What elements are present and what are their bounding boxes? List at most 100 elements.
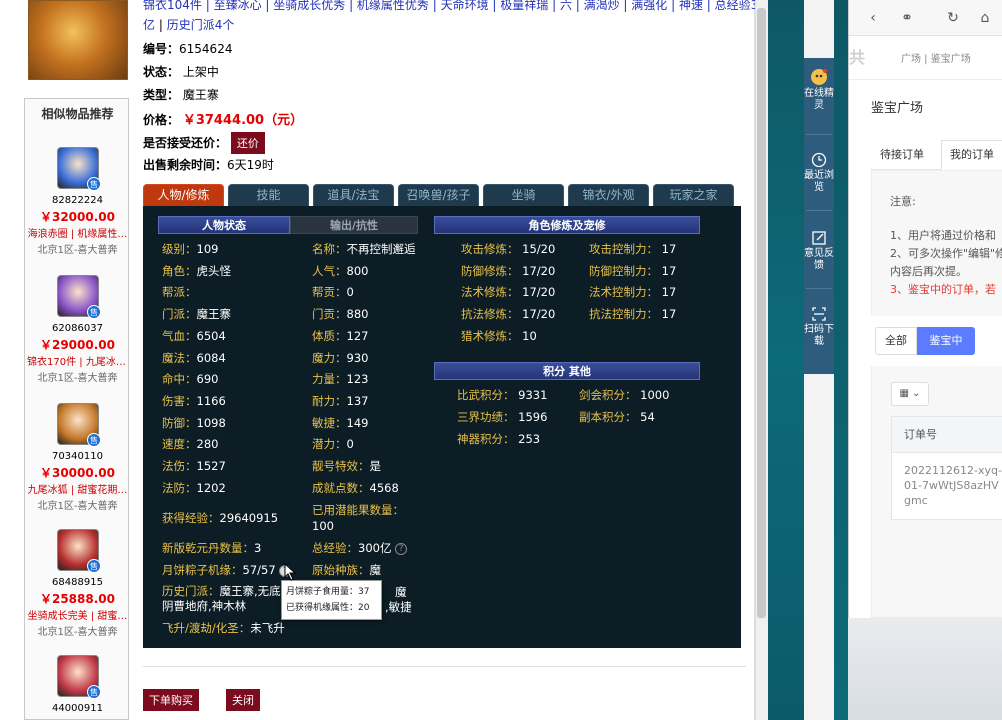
side-recent[interactable]: 最近浏览 [804,152,834,194]
tab-pets[interactable]: 召唤兽/孩子 [398,184,479,206]
tab-my-orders[interactable]: 我的订单 [941,140,1002,170]
role-stat: 帮派： [162,285,197,300]
role-stat: 速度：280 [162,437,219,452]
item-status-row: 状态： 上架中 [143,65,219,79]
nav-links[interactable]: 广场 | 鉴宝广场 [901,50,971,65]
grid-view-button[interactable]: ▦ ⌄ [891,382,929,406]
attribute-stat: 潜力：0 [312,437,354,452]
bargain-button[interactable]: 还价 [230,132,265,154]
role-tabs: 人物/修炼 技能 道具/法宝 召唤兽/孩子 坐骑 锦衣/外观 玩家之家 [143,184,741,206]
attribute-stat: 魔力：930 [312,350,369,365]
clock-icon [811,152,827,168]
similar-item-desc: 锦衣170件 | 九尾冰狐… [27,357,128,368]
history-sects-overflow-2: ,敏捷 [385,600,412,614]
order-tabs: 待接订单 我的订单 [871,140,1002,170]
side-separator [806,288,832,289]
remaining-time: 6天19时 [227,158,274,172]
similar-item-desc: 海浪赤圈 | 机缘属性… [27,229,128,240]
points-stat: 比武积分： 9331 [457,388,548,402]
side-separator [806,210,832,211]
side-download[interactable]: 扫码下载 [804,306,834,348]
tab-outfits[interactable]: 锦衣/外观 [568,184,649,206]
role-stat: 门派：魔王寨 [162,307,231,322]
item-type-row: 类型： 魔王寨 [143,88,219,102]
similar-item-price: ￥28000.00 [25,716,130,720]
section-output-resist[interactable]: 输出/抗性 [290,216,418,234]
tab-mounts[interactable]: 坐骑 [483,184,564,206]
similar-item-price: ￥25888.00 [39,592,115,606]
right-browser-window: ‹ ⚭ ↻ ⌂ 共 广场 | 鉴宝广场 鉴宝广场 待接订单 我的订单 注意: 1… [848,0,1002,720]
desktop-strip [834,0,848,720]
section-role-status[interactable]: 人物状态 [158,216,290,234]
close-button[interactable]: 关闭 [226,689,260,711]
buy-button[interactable]: 下单购买 [143,689,199,711]
item-id-row: 编号：6154624 [143,42,233,56]
similar-item-avatar[interactable]: 售 [57,147,101,191]
remaining-time-row: 出售剩余时间：6天19时 [143,158,274,172]
control-stat: 法术控制力： 17 [589,285,677,300]
edit-icon [812,231,826,245]
filter-appraising-button[interactable]: 鉴宝中 [917,327,975,355]
attribute-stat: 靓号特效：是 [312,459,381,473]
for-sale-badge: 售 [87,305,101,319]
scan-icon [812,307,826,321]
scrollbar-thumb[interactable] [757,8,766,618]
tab-skills[interactable]: 技能 [228,184,309,206]
side-online-sprite[interactable]: 在线精灵 [804,68,834,112]
for-sale-badge: 售 [87,559,101,573]
tooltip-line-1: 月饼粽子食用量：37 [286,587,370,597]
history-sects-link[interactable]: 历史门派4个 [167,18,235,32]
points-stat: 神器积分： 253 [457,432,541,446]
role-stat: 法伤：1527 [162,459,226,473]
similar-item-avatar[interactable]: 售 [57,403,101,447]
tab-items[interactable]: 道具/法宝 [313,184,394,206]
order-table: 订单号 2022112612-xyq-01-7wWtJS8azHVgmc [891,416,1002,520]
for-sale-badge: 售 [87,433,101,447]
attribute-stat: 耐力：137 [312,393,369,408]
similar-item-avatar[interactable]: 售 [57,655,101,699]
attribute-stat: 力量：123 [312,372,369,387]
role-stat: 防御：1098 [162,415,226,430]
item-price-row: 价格： ￥37444.00（元） [143,113,304,128]
page-title: 鉴宝广场 [871,101,924,116]
similar-item-avatar[interactable]: 售 [57,529,101,573]
similar-item-id: 62086037 [52,323,103,334]
order-table-header: 订单号 [892,417,1002,453]
role-stat: 伤害：1166 [162,393,226,408]
link-icon[interactable]: ⚭ [899,10,915,26]
similar-items-panel: 相似物品推荐 售 82822224 ￥32000.00 海浪赤圈 | 机缘属性… 北京1… [24,98,129,720]
control-stat: 防御控制力： 17 [589,263,677,278]
section-points: 积分 其他 [434,362,700,380]
side-separator [806,134,832,135]
refresh-icon[interactable]: ↻ [945,10,961,26]
similar-item-price: ￥29000.00 [39,338,115,352]
item-description-2: 亿 | 历史门派4个 [143,18,235,32]
cultivation-stat: 抗法修炼： 17/20 [461,307,556,322]
tab-home[interactable]: 玩家之家 [653,184,734,206]
tab-role[interactable]: 人物/修炼 [143,184,224,206]
role-stat: 级别：109 [162,242,219,256]
cultivation-stat: 防御修炼： 17/20 [461,263,556,278]
filter-all-button[interactable]: 全部 [875,327,917,355]
control-stat: 攻击控制力： 17 [589,242,677,256]
role-stat: 气血：6504 [162,328,226,343]
trade-page: 锦衣104件 | 至臻冰心 | 坐骑成长优秀 | 机缘属性优秀 | 天命环境 |… [0,0,774,720]
item-status: 上架中 [182,65,219,79]
note-4: 3、鉴宝中的订单，若 [890,283,996,296]
role-avatar [28,0,128,80]
item-price: ￥37444.00（元） [182,113,304,128]
help-icon[interactable]: ? [395,542,408,555]
sprite-icon [811,69,827,85]
control-stat: 抗法控制力： 17 [589,307,677,322]
exp-stat: 获得经验：29640915 [162,511,279,525]
similar-item-avatar[interactable]: 售 [57,275,101,319]
grid-icon: ▦ ⌄ [899,388,921,399]
attribute-stat: 敏捷：149 [312,415,369,430]
note-1: 1、用户将通过价格和 [890,229,996,242]
side-feedback[interactable]: 意见反馈 [804,230,834,272]
order-number-cell[interactable]: 2022112612-xyq-01-7wWtJS8azHVgmc [904,463,1002,508]
home-icon[interactable]: ⌂ [977,10,993,26]
back-icon[interactable]: ‹ [865,10,881,26]
tab-pending-orders[interactable]: 待接订单 [871,140,933,170]
tooltip-line-2: 已获得机缘属性：20 [286,603,370,613]
